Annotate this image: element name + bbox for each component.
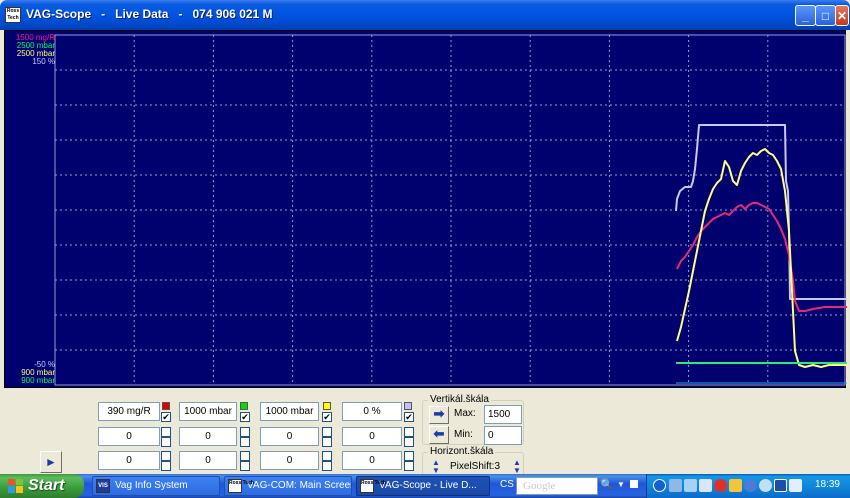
window-title: VAG-Scope - Live Data - 074 906 021 M	[26, 7, 273, 21]
windows-logo-icon	[8, 479, 23, 493]
channel-2-checkbox[interactable]: ✔	[240, 412, 250, 422]
network-icon[interactable]	[669, 479, 682, 492]
channel-9-value: 0	[98, 451, 160, 470]
channel-1-color-swatch[interactable]	[162, 402, 170, 410]
trace-boost-yellow	[676, 148, 847, 368]
scale-decrease-arrow-icon[interactable]: ⬅	[429, 426, 449, 444]
start-label: Start	[28, 477, 65, 494]
min-input[interactable]: 0	[484, 426, 522, 445]
channel-9-checkbox[interactable]	[161, 461, 171, 471]
channel-1-value: 390 mg/R	[98, 402, 160, 421]
taskbar-item-vag-info-system[interactable]: VIS Vag Info System	[92, 476, 220, 496]
title-bar[interactable]: Ross Tech VAG-Scope - Live Data - 074 90…	[0, 0, 850, 30]
vertical-scale-group: Vertikál.škála ➡ Max: 1500 ⬅ Min: 0	[422, 394, 524, 445]
channel-4-color-swatch[interactable]	[404, 402, 412, 410]
channel-11-color-box[interactable]	[322, 451, 332, 461]
horizontal-scale-title: Horizont.škála	[428, 446, 496, 457]
taskbar-item-label: VAG-Scope - Live D...	[379, 480, 477, 491]
windows-taskbar: Start VIS Vag Info System Ross Tech VAG-…	[0, 474, 850, 498]
max-label: Max:	[454, 408, 476, 419]
channel-5-checkbox[interactable]	[161, 437, 171, 447]
min-label: Min:	[454, 429, 473, 440]
display-icon[interactable]	[789, 479, 802, 492]
channel-2-value: 1000 mbar	[179, 402, 237, 421]
channel-10-color-box[interactable]	[240, 451, 250, 461]
search-dropdown-icon[interactable]: ▼	[617, 480, 625, 489]
channel-7-color-box[interactable]	[322, 427, 332, 437]
search-icon[interactable]: 🔍	[600, 478, 614, 491]
scope-svg	[54, 34, 847, 386]
channel-6-color-box[interactable]	[240, 427, 250, 437]
vis-app-icon: VIS	[96, 479, 110, 493]
channel-6-value: 0	[179, 427, 237, 446]
network-icon-2[interactable]	[684, 479, 697, 492]
close-button[interactable]: ✕	[835, 5, 849, 26]
channel-4-checkbox[interactable]: ✔	[404, 412, 414, 422]
pixelshift-label: PixelShift:3	[450, 461, 501, 472]
channel-3-checkbox[interactable]: ✔	[322, 412, 332, 422]
maximize-button[interactable]: □	[815, 5, 836, 26]
channel-11-value: 0	[260, 451, 319, 470]
system-tray: 18:39	[646, 474, 850, 498]
channel-3-color-swatch[interactable]	[323, 402, 331, 410]
taskbar-item-vag-scope[interactable]: Ross Tech VAG-Scope - Live D...	[356, 476, 490, 496]
channel-9-color-box[interactable]	[161, 451, 171, 461]
max-input[interactable]: 1500	[484, 405, 522, 424]
volume-icon[interactable]	[744, 479, 757, 492]
channel-2-color-swatch[interactable]	[240, 402, 248, 410]
channel-10-value: 0	[179, 451, 237, 470]
channel-8-checkbox[interactable]	[404, 437, 414, 447]
minimize-button[interactable]: _	[795, 5, 816, 26]
horizontal-scale-group: Horizont.škála ▲ ▼ PixelShift:3 ▲ ▼	[422, 446, 524, 476]
tray-expand-icon[interactable]	[653, 479, 666, 492]
scale-increase-arrow-icon[interactable]: ➡	[429, 406, 449, 424]
channel-3-value: 1000 mbar	[260, 402, 319, 421]
clock: 18:39	[814, 479, 840, 490]
channel-5-value: 0	[98, 427, 160, 446]
control-panel: 390 mg/R ✔ 1000 mbar ✔ 1000 mbar ✔ 0 % ✔…	[4, 392, 846, 476]
shield-icon[interactable]	[729, 479, 742, 492]
ross-tech-app-icon: Ross Tech	[5, 7, 21, 23]
bluetooth-icon[interactable]	[774, 479, 787, 492]
top-scale-label-percent: 150 %	[32, 57, 55, 66]
channel-11-checkbox[interactable]	[322, 461, 332, 471]
ross-tech-icon: Ross Tech	[228, 479, 254, 493]
channel-1-checkbox[interactable]: ✔	[161, 412, 171, 422]
ross-tech-icon: Ross Tech	[360, 479, 386, 493]
monitor-icon[interactable]	[699, 479, 712, 492]
security-icon[interactable]	[714, 479, 727, 492]
channel-12-color-box[interactable]	[404, 451, 414, 461]
channel-7-checkbox[interactable]	[322, 437, 332, 447]
play-button[interactable]: ►	[40, 451, 62, 473]
channel-12-value: 0	[342, 451, 402, 470]
channel-8-color-box[interactable]	[404, 427, 414, 437]
bottom-scale-label-green: 900 mbar	[21, 376, 55, 385]
channel-6-checkbox[interactable]	[240, 437, 250, 447]
start-button[interactable]: Start	[0, 474, 84, 498]
vertical-scale-title: Vertikál.škála	[428, 394, 491, 405]
taskbar-item-label: Vag Info System	[115, 480, 188, 491]
channel-12-checkbox[interactable]	[404, 461, 414, 471]
channel-10-checkbox[interactable]	[240, 461, 250, 471]
channel-4-value: 0 %	[342, 402, 402, 421]
channel-5-color-box[interactable]	[161, 427, 171, 437]
update-icon[interactable]	[759, 479, 772, 492]
channel-8-value: 0	[342, 427, 402, 446]
desktop-toggle-icon[interactable]	[630, 480, 638, 488]
taskbar-item-label: VAG-COM: Main Screen	[247, 480, 352, 491]
cs-label: CS	[500, 479, 514, 490]
taskbar-item-vag-com-main[interactable]: Ross Tech VAG-COM: Main Screen	[224, 476, 352, 496]
channel-7-value: 0	[260, 427, 319, 446]
scope-plot: 1500 mg/R 2500 mbar 2500 mbar 150 % -50 …	[4, 30, 847, 388]
google-search-input[interactable]: Google	[516, 477, 598, 495]
vag-scope-window: Ross Tech VAG-Scope - Live Data - 074 90…	[0, 0, 850, 476]
